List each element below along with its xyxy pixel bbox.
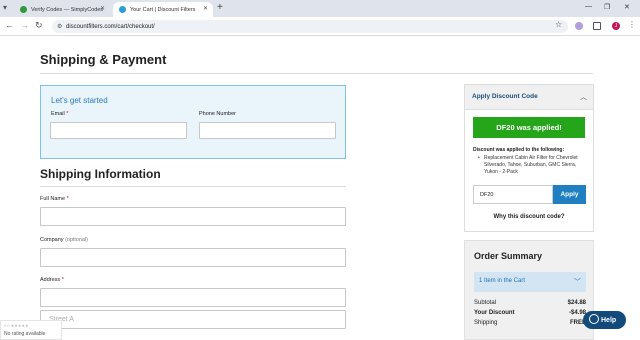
discount-row: Your Discount -$4.98 <box>474 310 586 316</box>
order-summary-panel: Order Summary 1 Item in the Cart ﹀ Subto… <box>464 240 594 340</box>
divider <box>40 73 593 74</box>
chevron-up-icon[interactable]: ︿ <box>580 92 587 102</box>
address-label-text: Address <box>40 277 61 283</box>
discountfilters-favicon-icon <box>119 6 126 13</box>
company-label: Company (optional) <box>40 237 88 243</box>
profile-avatar[interactable]: J <box>612 22 620 30</box>
required-marker: * <box>66 111 69 117</box>
tab-simplycodes[interactable]: Verify Codes — SimplyCodes ✕ <box>14 2 110 17</box>
tab-list-icon[interactable]: ▾ <box>3 3 7 12</box>
page-title: Shipping & Payment <box>40 52 167 67</box>
discount-header-label: Apply Discount Code <box>472 93 538 100</box>
full-name-field[interactable] <box>40 207 346 226</box>
shipping-label: Shipping <box>474 320 498 326</box>
extension-icon[interactable] <box>575 22 583 30</box>
order-summary-title: Order Summary <box>474 251 543 261</box>
back-icon[interactable]: ← <box>5 20 14 30</box>
extensions-puzzle-icon[interactable] <box>593 22 601 30</box>
shipping-row: Shipping FREE <box>474 320 586 326</box>
minimize-icon[interactable]: — <box>585 3 592 10</box>
discount-code-input[interactable]: DF20 <box>473 185 553 204</box>
tab-title: Your Cart | Discount Filters <box>130 6 196 13</box>
tab-your-cart[interactable]: Your Cart | Discount Filters ✕ <box>113 2 213 17</box>
browser-tab-bar: ▾ Verify Codes — SimplyCodes ✕ Your Cart… <box>0 0 640 17</box>
site-info-icon[interactable]: ⚙ <box>57 23 62 30</box>
discount-header[interactable]: Apply Discount Code ︿ <box>465 85 593 110</box>
applied-to-label: Discount was applied to the following: <box>473 147 565 153</box>
discount-panel: Apply Discount Code ︿ DF20 was applied! … <box>464 84 594 232</box>
cart-items-label: 1 Item in the Cart <box>479 278 526 284</box>
rating-text: No rating available <box>4 331 46 337</box>
close-window-icon[interactable]: ✕ <box>624 3 630 11</box>
chevron-down-icon[interactable]: ﹀ <box>574 277 581 287</box>
browser-menu-icon[interactable]: ⋮ <box>628 20 636 29</box>
apply-button[interactable]: Apply <box>553 185 586 204</box>
new-tab-icon[interactable]: + <box>217 2 223 13</box>
subtotal-row: Subtotal $24.88 <box>474 300 586 306</box>
tab-title: Verify Codes — SimplyCodes <box>31 6 104 13</box>
close-tab-icon[interactable]: ✕ <box>203 5 208 12</box>
address-label: Address * <box>40 277 64 283</box>
simplycodes-favicon-icon <box>20 6 27 13</box>
shipping-info-title: Shipping Information <box>40 167 161 181</box>
email-field[interactable] <box>50 122 187 139</box>
help-button[interactable]: Help <box>583 311 626 329</box>
url-text: discountfilters.com/cart/checkout/ <box>66 23 155 30</box>
get-started-panel: Let's get started Email * Phone Number <box>40 85 346 159</box>
email-label: Email * <box>51 111 68 117</box>
help-label: Help <box>601 316 617 324</box>
subtotal-label: Subtotal <box>474 300 497 306</box>
address-field[interactable] <box>40 288 346 307</box>
required-marker: * <box>66 196 69 202</box>
address-line-field[interactable]: Street A <box>40 310 346 329</box>
maximize-icon[interactable]: ❐ <box>604 3 610 11</box>
get-started-title: Let's get started <box>51 96 108 105</box>
optional-marker: (optional) <box>65 237 89 243</box>
company-label-text: Company <box>40 237 64 243</box>
bookmark-star-icon[interactable]: ☆ <box>555 20 562 29</box>
rating-widget[interactable]: 0.0 ★★★★★ No rating available <box>0 320 62 340</box>
full-name-label: Full Name * <box>40 196 69 202</box>
full-name-label-text: Full Name <box>40 196 66 202</box>
url-field[interactable]: ⚙ discountfilters.com/cart/checkout/ <box>52 20 568 33</box>
why-discount-link[interactable]: Why this discount code? <box>465 214 593 220</box>
phone-label: Phone Number <box>199 111 236 117</box>
address-bar-row: ← → ↻ ⚙ discountfilters.com/cart/checkou… <box>0 17 640 36</box>
close-tab-icon[interactable]: ✕ <box>100 5 105 12</box>
discount-applied-banner: DF20 was applied! <box>473 117 585 138</box>
required-marker: * <box>61 277 64 283</box>
company-field[interactable] <box>40 248 346 267</box>
applied-item: Replacement Cabin Air Filter for Chevrol… <box>478 155 588 176</box>
subtotal-value: $24.88 <box>567 300 586 306</box>
chat-bubble-icon <box>589 314 599 324</box>
phone-field[interactable] <box>199 122 336 139</box>
rating-stars: 0.0 ★★★★★ <box>4 323 29 328</box>
cart-items-toggle[interactable]: 1 Item in the Cart ﹀ <box>474 272 586 292</box>
discount-label: Your Discount <box>474 310 515 316</box>
forward-icon[interactable]: → <box>20 20 29 30</box>
divider <box>40 186 346 187</box>
email-label-text: Email <box>51 111 65 117</box>
reload-icon[interactable]: ↻ <box>35 20 43 31</box>
